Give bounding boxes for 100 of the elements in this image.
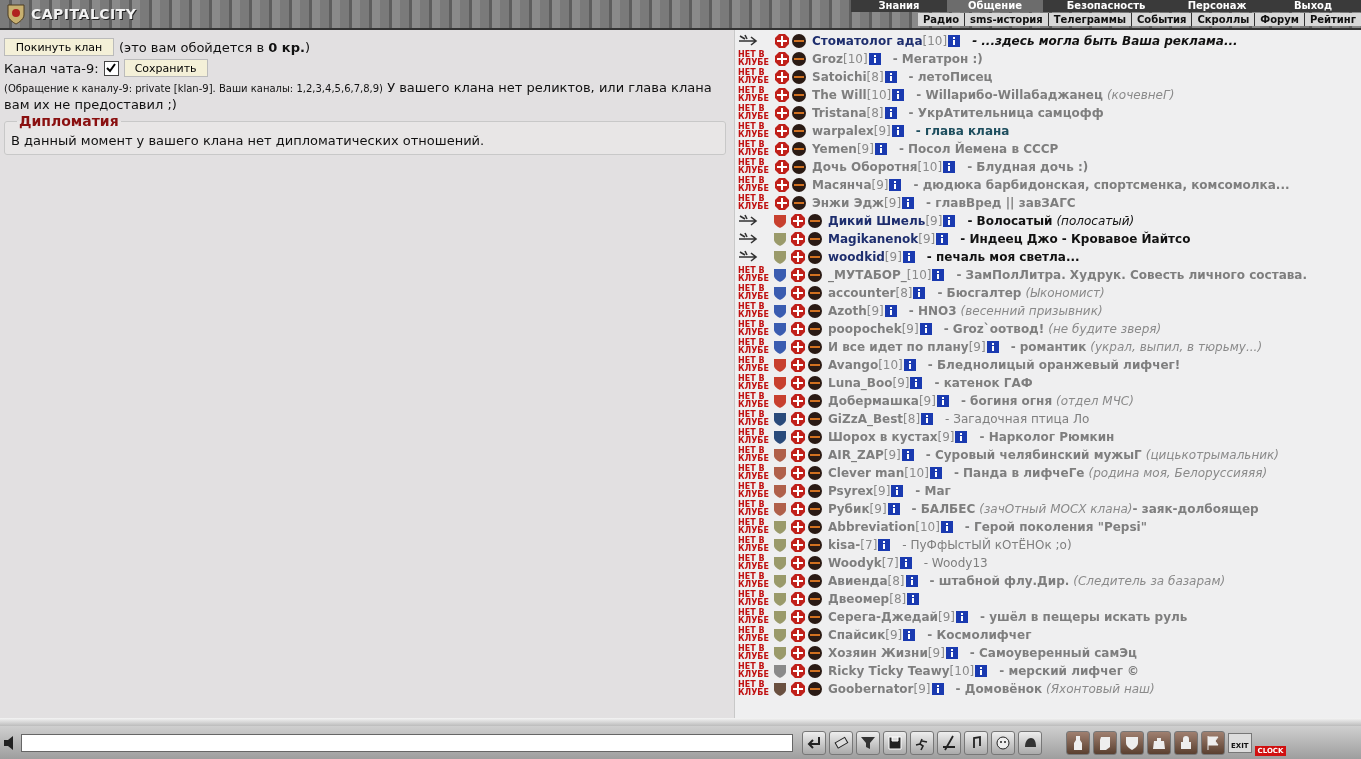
funnel-icon[interactable] [856, 730, 880, 755]
eraser-icon[interactable] [829, 730, 853, 755]
info-icon[interactable] [878, 539, 891, 551]
flag-icon[interactable] [1201, 730, 1225, 755]
info-icon[interactable] [902, 251, 915, 263]
member-name[interactable]: kisa- [828, 538, 861, 552]
scroll-icon[interactable] [1093, 730, 1117, 755]
member-name[interactable]: Шорох в кустах [828, 430, 938, 444]
chat-input-field[interactable] [21, 733, 793, 752]
info-icon[interactable] [929, 467, 942, 479]
info-icon[interactable] [943, 161, 956, 173]
member-name[interactable]: woodkid [828, 250, 885, 264]
member-name[interactable]: Tristana [812, 106, 867, 120]
save-button[interactable]: Сохранить [123, 59, 208, 77]
info-icon[interactable] [975, 665, 988, 677]
info-icon[interactable] [921, 413, 934, 425]
info-icon[interactable] [943, 215, 956, 227]
member-name[interactable]: Рубик [828, 502, 870, 516]
submenu-link[interactable]: Скроллы [1191, 13, 1255, 26]
member-name[interactable]: The Will [812, 88, 867, 102]
submenu-link[interactable]: Радио [918, 13, 965, 26]
slash-icon[interactable] [937, 730, 961, 755]
info-icon[interactable] [903, 629, 916, 641]
shield-icon[interactable] [1120, 730, 1144, 755]
info-icon[interactable] [884, 71, 897, 83]
menu-tab[interactable]: Общение [947, 0, 1043, 12]
member-name[interactable]: Двеомер [828, 592, 890, 606]
info-icon[interactable] [868, 53, 881, 65]
member-name[interactable]: Magikanenok [828, 232, 919, 246]
info-icon[interactable] [907, 593, 920, 605]
member-name[interactable]: Abbreviation [828, 520, 916, 534]
info-icon[interactable] [932, 269, 945, 281]
leave-clan-button[interactable]: Покинуть клан [4, 38, 114, 56]
member-name[interactable]: Avango [828, 358, 879, 372]
member-name[interactable]: AIR_ZAP [828, 448, 884, 462]
info-icon[interactable] [905, 575, 918, 587]
member-name[interactable]: Спайсик [828, 628, 886, 642]
info-icon[interactable] [884, 107, 897, 119]
info-icon[interactable] [945, 647, 958, 659]
menu-tab[interactable]: Выход [1265, 0, 1361, 12]
submenu-link[interactable]: Форум [1254, 13, 1304, 26]
member-name[interactable]: Масянча [812, 178, 872, 192]
member-name[interactable]: accounter [828, 286, 896, 300]
logo[interactable]: CAPITALCITY [31, 6, 137, 22]
member-name[interactable]: Ricky Ticky Teawy [828, 664, 950, 678]
menu-tab[interactable]: Знания [851, 0, 947, 12]
info-icon[interactable] [986, 341, 999, 353]
member-name[interactable]: Goobernator [828, 682, 914, 696]
info-icon[interactable] [956, 611, 968, 623]
member-name[interactable]: Энжи Эдж [812, 196, 885, 210]
info-icon[interactable] [874, 143, 887, 155]
member-name[interactable]: Luna_Boo [828, 376, 893, 390]
member-name[interactable]: Azoth [828, 304, 867, 318]
member-name[interactable]: _МУТАБОР_ [828, 268, 907, 282]
info-icon[interactable] [891, 125, 904, 137]
info-icon[interactable] [919, 323, 932, 335]
member-name[interactable]: Satoichi [812, 70, 867, 84]
lock-icon[interactable] [1174, 730, 1198, 755]
info-icon[interactable] [902, 197, 915, 209]
member-name[interactable]: Groz [812, 52, 843, 66]
info-icon[interactable] [955, 431, 968, 443]
member-name[interactable]: Дикий Шмель [828, 214, 926, 228]
submenu-link[interactable]: Рейтинг [1303, 13, 1361, 26]
member-name[interactable]: Добермашка [828, 394, 919, 408]
channel-checkbox[interactable] [103, 60, 119, 76]
member-name[interactable]: Woodyk [828, 556, 882, 570]
member-name[interactable]: Yemen [812, 142, 857, 156]
member-name[interactable]: Авиенда [828, 574, 888, 588]
member-name[interactable]: И все идет по плану [828, 340, 969, 354]
member-name[interactable]: Psyrex [828, 484, 874, 498]
info-icon[interactable] [889, 179, 902, 191]
floppy-icon[interactable] [883, 730, 907, 755]
info-icon[interactable] [948, 35, 961, 47]
info-icon[interactable] [936, 395, 949, 407]
member-name[interactable]: Дочь Оборотня [812, 160, 918, 174]
member-name[interactable]: Серега-Джедай [828, 610, 938, 624]
info-icon[interactable] [913, 287, 926, 299]
member-name[interactable]: Хозяин Жизни [828, 646, 928, 660]
info-icon[interactable] [891, 485, 904, 497]
smiley-icon[interactable] [991, 730, 1015, 755]
submenu-link[interactable]: sms-история [964, 13, 1048, 26]
menu-tab[interactable]: Безопасность [1043, 0, 1169, 12]
info-icon[interactable] [892, 89, 905, 101]
member-name[interactable]: Clever man [828, 466, 905, 480]
info-icon[interactable] [887, 503, 900, 515]
menu-tab[interactable]: Персонаж [1169, 0, 1265, 12]
submenu-link[interactable]: Телеграммы [1047, 13, 1131, 26]
bottle-icon[interactable] [1066, 730, 1090, 755]
info-icon[interactable] [884, 305, 897, 317]
info-icon[interactable] [901, 449, 914, 461]
helmet-icon[interactable] [1018, 730, 1042, 755]
member-name[interactable]: poopochek [828, 322, 902, 336]
info-icon[interactable] [936, 233, 949, 245]
member-name[interactable]: Стоматолог ада [812, 34, 923, 48]
info-icon[interactable] [899, 557, 912, 569]
member-name[interactable]: warpalex [812, 124, 874, 138]
member-name[interactable]: GiZzA_Best [828, 412, 904, 426]
info-icon[interactable] [903, 359, 916, 371]
submenu-link[interactable]: События [1130, 13, 1192, 26]
info-icon[interactable] [910, 377, 923, 389]
